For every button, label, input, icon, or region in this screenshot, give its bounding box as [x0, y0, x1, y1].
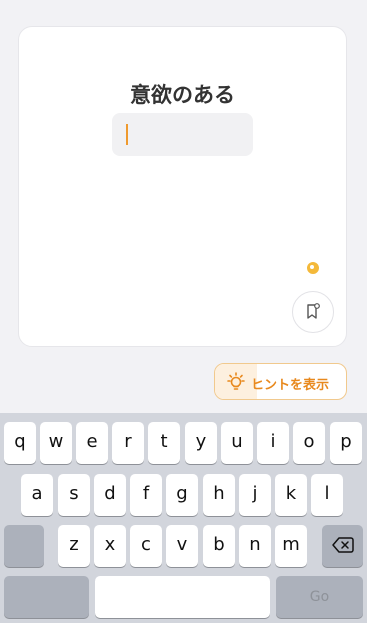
- number-mode-key[interactable]: [4, 576, 89, 618]
- key-v[interactable]: v: [166, 525, 198, 567]
- key-k[interactable]: k: [275, 474, 307, 516]
- bookmark-icon: [307, 303, 320, 319]
- shift-key[interactable]: [4, 525, 44, 567]
- key-t[interactable]: t: [148, 422, 180, 464]
- key-e[interactable]: e: [76, 422, 108, 464]
- key-f[interactable]: f: [130, 474, 162, 516]
- key-s[interactable]: s: [58, 474, 90, 516]
- key-n[interactable]: n: [239, 525, 271, 567]
- text-caret: [126, 124, 128, 145]
- key-h[interactable]: h: [203, 474, 235, 516]
- key-u[interactable]: u: [221, 422, 253, 464]
- key-y[interactable]: y: [185, 422, 217, 464]
- key-d[interactable]: d: [94, 474, 126, 516]
- key-o[interactable]: o: [293, 422, 325, 464]
- prompt-word: 意欲のある: [130, 83, 235, 107]
- gold-badge-icon: [306, 261, 320, 275]
- key-m[interactable]: m: [275, 525, 307, 567]
- key-i[interactable]: i: [257, 422, 289, 464]
- onscreen-keyboard: q w e r t y u i o p a s d f g h j k l z …: [0, 413, 367, 623]
- key-a[interactable]: a: [21, 474, 53, 516]
- key-w[interactable]: w: [40, 422, 72, 464]
- go-key[interactable]: Go: [276, 576, 363, 618]
- bookmark-button[interactable]: [292, 291, 334, 333]
- key-l[interactable]: l: [311, 474, 343, 516]
- lightbulb-icon: [227, 372, 245, 390]
- delete-key[interactable]: [322, 525, 363, 567]
- key-b[interactable]: b: [203, 525, 235, 567]
- space-key[interactable]: [95, 576, 270, 618]
- flashcard: 意欲のある: [18, 26, 347, 347]
- key-g[interactable]: g: [166, 474, 198, 516]
- hint-label: ヒントを表示: [251, 378, 330, 393]
- show-hint-button[interactable]: ヒントを表示: [214, 363, 347, 400]
- key-z[interactable]: z: [58, 525, 90, 567]
- key-x[interactable]: x: [94, 525, 126, 567]
- key-c[interactable]: c: [130, 525, 162, 567]
- key-r[interactable]: r: [112, 422, 144, 464]
- key-j[interactable]: j: [239, 474, 271, 516]
- key-q[interactable]: q: [4, 422, 36, 464]
- answer-input[interactable]: [112, 113, 253, 156]
- key-p[interactable]: p: [330, 422, 362, 464]
- backspace-icon: [332, 537, 354, 553]
